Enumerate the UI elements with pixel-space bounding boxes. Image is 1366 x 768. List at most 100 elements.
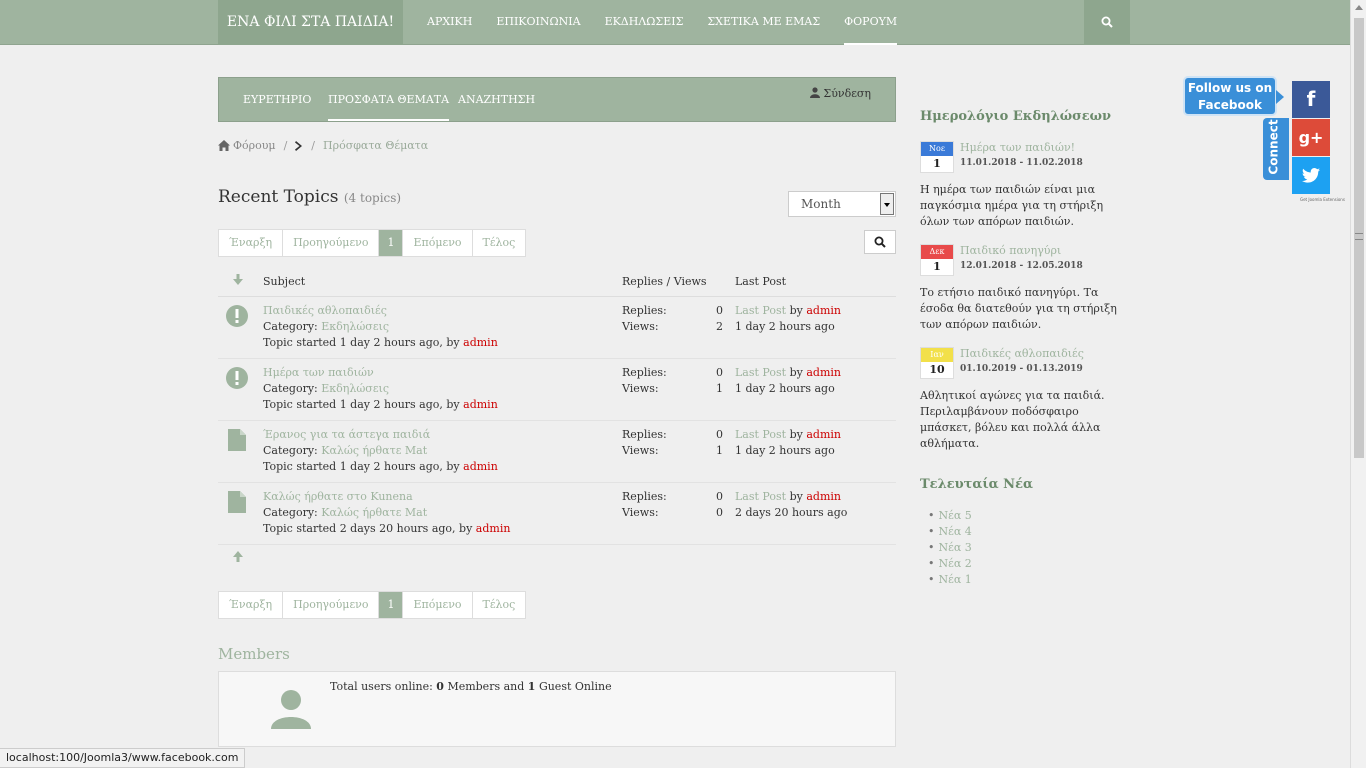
topic-started-time: 1 day 2 hours ago, by (339, 398, 460, 411)
last-post-author[interactable]: admin (806, 304, 841, 317)
header-last-post: Last Post (735, 275, 787, 288)
search-icon (1101, 16, 1113, 28)
page-next[interactable]: Επόμενο (403, 592, 473, 618)
views-label: Views: (622, 444, 659, 457)
last-post-link[interactable]: Last Post (735, 490, 786, 503)
topic-category: Category: Εκδηλώσεις (263, 382, 389, 395)
page-prev[interactable]: Προηγούμενο (283, 592, 380, 618)
topic-subject[interactable]: Παιδικές αθλοπαιδιές (263, 304, 387, 317)
page-next[interactable]: Επόμενο (403, 230, 473, 256)
arrow-up-icon[interactable] (233, 551, 243, 562)
online-label: Total users online: (330, 680, 433, 693)
header-search-button[interactable] (1084, 0, 1130, 45)
calendar-badge: Ιαν 10 (920, 347, 954, 379)
topic-started-label: Topic started (263, 398, 337, 411)
last-post-link[interactable]: Last Post (735, 428, 786, 441)
page-first[interactable]: Έναρξη (219, 230, 284, 256)
author-link[interactable]: admin (463, 336, 498, 349)
news-item[interactable]: Νέα 4 (928, 524, 972, 540)
last-post-author[interactable]: admin (806, 490, 841, 503)
status-bar-url: localhost:100/Joomla3/www.facebook.com (0, 748, 246, 768)
page-current[interactable]: 1 (379, 230, 404, 256)
avatar (271, 690, 311, 729)
breadcrumb-current[interactable]: Πρόσφατα Θέματα (323, 139, 428, 152)
top-navbar: ΕΝΑ ΦΙΛΙ ΣΤΑ ΠΑΙΔΙΑ! ΑΡΧΙΚΗ ΕΠΙΚΟΙΝΩΝΙΑ … (0, 0, 1350, 45)
extension-credit[interactable]: Get Joomla Extensions (1300, 197, 1345, 202)
nav-forum[interactable]: ΦΟΡΟΥΜ (832, 0, 909, 45)
author-link[interactable]: admin (463, 460, 498, 473)
category-link[interactable]: Εκδηλώσεις (321, 382, 389, 395)
connect-tab[interactable]: Connect (1263, 118, 1289, 180)
header-subject: Subject (263, 275, 306, 288)
by-label: by (789, 366, 803, 379)
chevron-right-icon[interactable] (295, 140, 303, 151)
twitter-icon[interactable] (1292, 157, 1330, 194)
topic-started: Topic started 2 days 20 hours ago, by ad… (263, 522, 510, 535)
twitter-bird-icon (1302, 168, 1320, 183)
topic-search-button[interactable] (864, 230, 896, 254)
replies-label: Replies: (622, 366, 667, 379)
arrow-down-icon[interactable] (233, 274, 243, 285)
views-label: Views: (622, 320, 659, 333)
last-post-link[interactable]: Last Post (735, 304, 786, 317)
last-post-author[interactable]: admin (806, 366, 841, 379)
facebook-icon[interactable]: f (1292, 81, 1330, 118)
forum-tab-recent[interactable]: ΠΡΟΣΦΑΤΑ ΘΕΜΑΤΑ (328, 78, 450, 121)
event-dates: 01.10.2019 - 01.13.2019 (960, 364, 1083, 374)
vertical-scrollbar[interactable] (1350, 0, 1366, 768)
news-item[interactable]: Νέα 2 (928, 556, 972, 572)
topic-subject[interactable]: Έρανος για τα άστεγα παιδιά (263, 428, 430, 441)
breadcrumb-forum[interactable]: Φόρουμ (233, 139, 276, 152)
views-label: Views: (622, 382, 659, 395)
calendar-day: 1 (933, 157, 941, 170)
follow-us-bubble[interactable]: Follow us on Facebook (1183, 76, 1284, 116)
scroll-up-arrow-icon[interactable] (1355, 5, 1363, 10)
event-title[interactable]: Παιδικό πανηγύρι (960, 244, 1061, 257)
topic-started-label: Topic started (263, 522, 337, 535)
last-post-author[interactable]: admin (806, 428, 841, 441)
topic-count: (4 topics) (343, 191, 402, 205)
login-link[interactable]: Σύνδεση (809, 87, 871, 100)
topic-subject[interactable]: Καλώς ήρθατε στο Kunena (263, 490, 413, 503)
topic-started-time: 1 day 2 hours ago, by (339, 336, 460, 349)
topic-subject[interactable]: Ημέρα των παιδιών (263, 366, 374, 379)
by-label: by (789, 428, 803, 441)
by-label: by (789, 490, 803, 503)
page-first[interactable]: Έναρξη (219, 592, 284, 618)
topic-started: Topic started 1 day 2 hours ago, by admi… (263, 336, 498, 349)
page-last[interactable]: Τέλος (473, 592, 526, 618)
page-current[interactable]: 1 (379, 592, 404, 618)
category-link[interactable]: Εκδηλώσεις (321, 320, 389, 333)
forum-tab-index[interactable]: ΕΥΡΕΤΗΡΙΟ (243, 78, 311, 121)
time-filter-select[interactable]: Month (788, 191, 896, 217)
nav-about[interactable]: ΣΧΕΤΙΚΑ ΜΕ ΕΜΑΣ (695, 0, 832, 45)
google-plus-icon[interactable]: g+ (1292, 119, 1330, 156)
nav-events[interactable]: ΕΚΔΗΛΩΣΕΙΣ (593, 0, 696, 45)
by-label: by (789, 304, 803, 317)
event-title[interactable]: Ημέρα των παιδιών! (960, 141, 1075, 154)
topic-row: Έρανος για τα άστεγα παιδιά Category: Κα… (218, 421, 896, 483)
page-last[interactable]: Τέλος (473, 230, 526, 256)
chevron-down-icon[interactable] (880, 193, 894, 215)
site-brand[interactable]: ΕΝΑ ΦΙΛΙ ΣΤΑ ΠΑΙΔΙΑ! (218, 0, 403, 45)
header-replies-views: Replies / Views (622, 275, 707, 288)
nav-home[interactable]: ΑΡΧΙΚΗ (415, 0, 484, 45)
topic-row: Καλώς ήρθατε στο Kunena Category: Καλώς … (218, 483, 896, 545)
page-prev[interactable]: Προηγούμενο (283, 230, 380, 256)
nav-contact[interactable]: ΕΠΙΚΟΙΝΩΝΙΑ (484, 0, 592, 45)
news-item[interactable]: Νέα 1 (928, 572, 972, 588)
views-label: Views: (622, 506, 659, 519)
page-title-text: Recent Topics (218, 187, 339, 207)
news-item[interactable]: Νέα 3 (928, 540, 972, 556)
forum-tab-search[interactable]: ΑΝΑΖΗΤΗΣΗ (458, 78, 535, 121)
category-link[interactable]: Καλώς ήρθατε Mat (321, 444, 427, 457)
event-title[interactable]: Παιδικές αθλοπαιδιές (960, 347, 1084, 360)
news-item[interactable]: Νέα 5 (928, 508, 972, 524)
last-post: Last Post by admin (735, 304, 841, 317)
author-link[interactable]: admin (476, 522, 511, 535)
category-link[interactable]: Καλώς ήρθατε Mat (321, 506, 427, 519)
topic-started-time: 2 days 20 hours ago, by (339, 522, 473, 535)
last-post-link[interactable]: Last Post (735, 366, 786, 379)
members-box: Total users online: 0 Members and 1 Gues… (218, 671, 896, 747)
author-link[interactable]: admin (463, 398, 498, 411)
